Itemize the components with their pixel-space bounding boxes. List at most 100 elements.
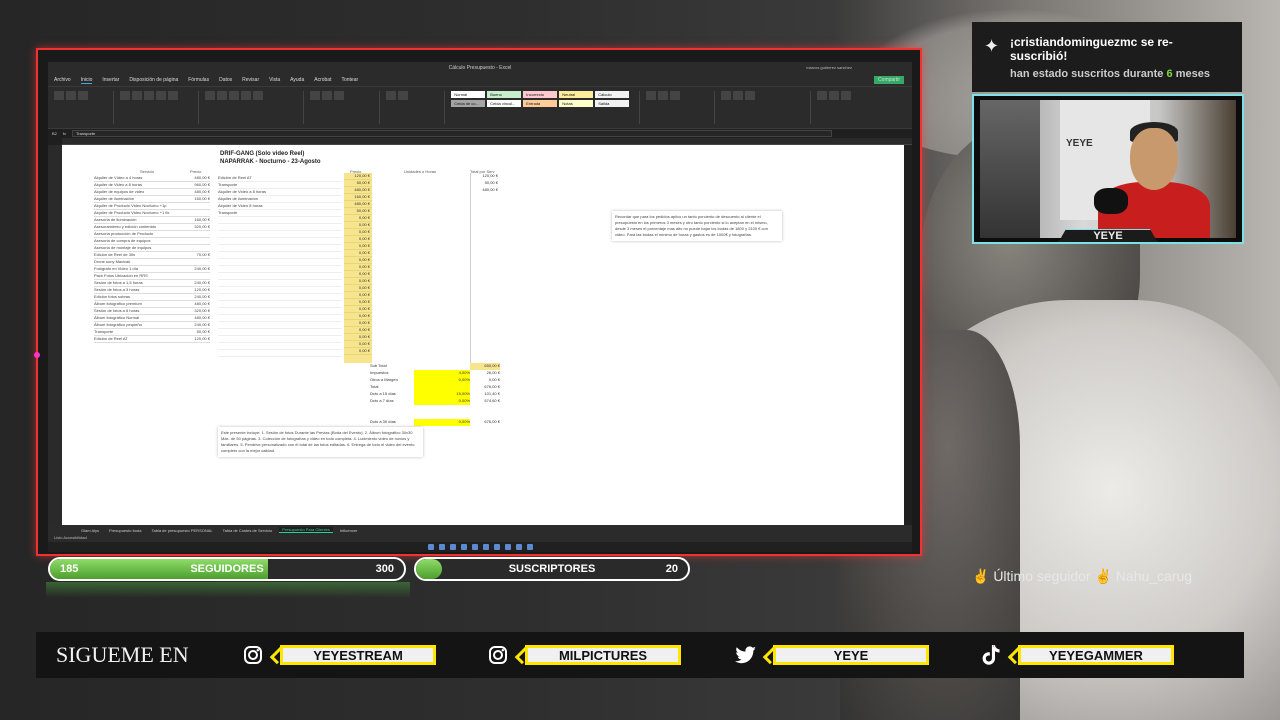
- cell-style-3[interactable]: Neutral: [559, 91, 594, 98]
- conditional-format-icon[interactable]: [385, 91, 396, 100]
- summary-row[interactable]: Sub Total 650,00 €: [370, 363, 500, 370]
- social-item-instagram-milpictures[interactable]: MILPICTURES: [487, 644, 681, 666]
- unit-price-cell[interactable]: 0,00 €: [344, 334, 372, 341]
- menu-item-0[interactable]: Archivo: [54, 77, 71, 83]
- unit-price-cell[interactable]: 50,00 €: [344, 208, 372, 215]
- unit-price-cell[interactable]: 0,00 €: [344, 257, 372, 264]
- unit-price-cell[interactable]: 0,00 €: [344, 236, 372, 243]
- table-row[interactable]: Asesoría de iluminación 160,00 €: [94, 217, 210, 224]
- unit-price-cell[interactable]: 0,00 €: [344, 250, 372, 257]
- unit-price-cell[interactable]: 0,00 €: [344, 327, 372, 334]
- total-cell[interactable]: [471, 257, 500, 264]
- menu-item-10[interactable]: Tontear: [341, 77, 358, 83]
- cell-style-2[interactable]: Incorrecto: [523, 91, 558, 98]
- unit-price-cell[interactable]: 50,00 €: [344, 180, 372, 187]
- order-row[interactable]: [218, 252, 342, 259]
- menu-item-3[interactable]: Disposición de página: [129, 77, 178, 83]
- table-row[interactable]: Alquiler de Video a 8 horas 960,00 €: [94, 182, 210, 189]
- unit-price-cell[interactable]: 0,00 €: [344, 320, 372, 327]
- unit-price-cell[interactable]: 0,00 €: [344, 285, 372, 292]
- unit-price-cell[interactable]: 120,00 €: [344, 173, 372, 180]
- share-button[interactable]: Compartir: [874, 76, 904, 84]
- menu-item-8[interactable]: Ayuda: [290, 77, 304, 83]
- total-cell[interactable]: [471, 320, 500, 327]
- cell-style-1[interactable]: Bueno: [487, 91, 522, 98]
- order-row[interactable]: Edición de Reel AT: [218, 175, 342, 182]
- name-box[interactable]: B2: [52, 131, 57, 136]
- table-row[interactable]: Álbum fotográfico premium 480,00 €: [94, 301, 210, 308]
- order-row[interactable]: [218, 343, 342, 350]
- summary-row[interactable]: Dcto a 15 días 15,00% 101,40 €: [370, 391, 500, 398]
- wrap-text-icon[interactable]: [240, 91, 251, 100]
- sheet-tab-5[interactable]: Influencer: [337, 528, 361, 533]
- total-cell[interactable]: [471, 201, 500, 208]
- unit-price-cell[interactable]: 0,00 €: [344, 299, 372, 306]
- order-row[interactable]: [218, 245, 342, 252]
- table-row[interactable]: Asesoría producción de Producto: [94, 231, 210, 238]
- table-row[interactable]: Alquiler de iluminación 160,00 €: [94, 196, 210, 203]
- total-cell[interactable]: 120,00 €: [471, 173, 500, 180]
- order-row[interactable]: [218, 273, 342, 280]
- table-row[interactable]: Edición de Reel AT 120,00 €: [94, 336, 210, 343]
- unit-price-cell[interactable]: 480,00 €: [344, 187, 372, 194]
- unit-price-cell[interactable]: 0,00 €: [344, 306, 372, 313]
- format-table-icon[interactable]: [397, 91, 408, 100]
- summary-row[interactable]: Otros a Margen 0,00% 0,00 €: [370, 377, 500, 384]
- menu-item-7[interactable]: Vista: [269, 77, 280, 83]
- total-cell[interactable]: [471, 222, 500, 229]
- browser-icon[interactable]: [460, 544, 467, 550]
- order-row[interactable]: [218, 322, 342, 329]
- save-teams-icon[interactable]: [840, 91, 851, 100]
- cell-style-5[interactable]: Celda de co...: [451, 100, 486, 107]
- cell-style-7[interactable]: Entrada: [523, 100, 558, 107]
- table-row[interactable]: Asesoría de montaje de equipos: [94, 245, 210, 252]
- order-row[interactable]: [218, 301, 342, 308]
- font-color-icon[interactable]: [167, 91, 178, 100]
- total-cell[interactable]: 480,00 €: [471, 187, 500, 194]
- total-cell[interactable]: [471, 243, 500, 250]
- total-cell[interactable]: [471, 299, 500, 306]
- total-cell[interactable]: 50,00 €: [471, 180, 500, 187]
- summary-row[interactable]: Dcto a 30 días 0,00% 676,00 €: [370, 419, 500, 426]
- order-row[interactable]: [218, 231, 342, 238]
- social-item-tiktok-yeyegammer[interactable]: YEYEGAMMER: [980, 644, 1174, 666]
- table-row[interactable]: Drone sony Mavicair: [94, 259, 210, 266]
- table-row[interactable]: Pack Fotos Ubicación en RRS: [94, 273, 210, 280]
- table-row[interactable]: Álbum fotográfico Normal 480,00 €: [94, 315, 210, 322]
- unit-price-cell[interactable]: 0,00 €: [344, 348, 372, 355]
- cell-style-0[interactable]: Normal: [451, 91, 486, 98]
- order-row[interactable]: Alquiler de Video a 8 horas: [218, 189, 342, 196]
- find-select-icon[interactable]: [745, 91, 756, 100]
- unit-price-cell[interactable]: 0,00 €: [344, 313, 372, 320]
- table-row[interactable]: Fotógrafo en Video 1 día 240,00 €: [94, 266, 210, 273]
- table-row[interactable]: Edición fotos sobras 240,00 €: [94, 294, 210, 301]
- paste-icon[interactable]: [54, 91, 64, 100]
- order-row[interactable]: Transporte: [218, 182, 342, 189]
- unit-price-cell[interactable]: 0,00 €: [344, 292, 372, 299]
- unit-price-cell[interactable]: 0,00 €: [344, 341, 372, 348]
- order-row[interactable]: [218, 350, 342, 357]
- percent-icon[interactable]: [322, 91, 333, 100]
- total-cell[interactable]: [471, 285, 500, 292]
- sheet-tab-0[interactable]: Glam Alys: [78, 528, 102, 533]
- order-row[interactable]: [218, 224, 342, 231]
- unit-price-cell[interactable]: 0,00 €: [344, 215, 372, 222]
- spreadsheet-grid[interactable]: DRIF-GANG (Solo video Reel) NAPARRAK - N…: [62, 145, 904, 525]
- total-cell[interactable]: [471, 194, 500, 201]
- total-cell[interactable]: [471, 327, 500, 334]
- order-row[interactable]: Transporte: [218, 210, 342, 217]
- photoshop-icon[interactable]: [471, 544, 478, 550]
- social-item-twitter-yeye[interactable]: YEYE: [735, 644, 929, 666]
- table-row[interactable]: Sesión de fotos a 3 horas 120,00 €: [94, 287, 210, 294]
- total-cell[interactable]: [471, 264, 500, 271]
- comma-icon[interactable]: [334, 91, 345, 100]
- excel-icon[interactable]: [515, 544, 522, 550]
- create-pdf-icon[interactable]: [816, 91, 827, 100]
- unit-price-cell[interactable]: 0,00 €: [344, 278, 372, 285]
- unit-price-cell[interactable]: 160,00 €: [344, 194, 372, 201]
- unit-price-cell[interactable]: 480,00 €: [344, 201, 372, 208]
- table-row[interactable]: Alquiler de Producto Video Nocturno +1 f…: [94, 210, 210, 217]
- delete-cell-icon[interactable]: [657, 91, 668, 100]
- order-row[interactable]: [218, 259, 342, 266]
- total-cell[interactable]: [471, 292, 500, 299]
